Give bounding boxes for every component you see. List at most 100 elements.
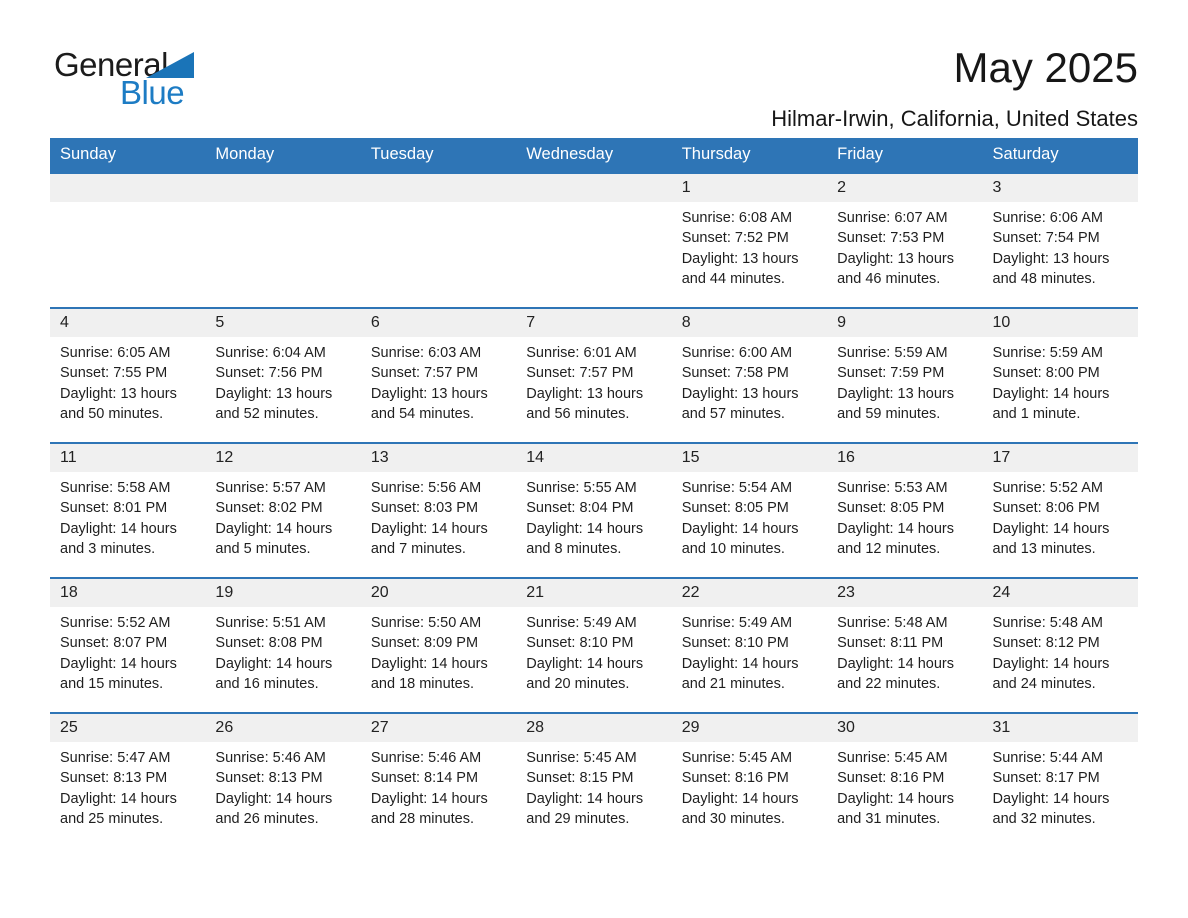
day-detail-daylight-line1: Daylight: 14 hours: [215, 655, 333, 672]
calendar-day-cell[interactable]: 3 Sunrise: 6:06 AM Sunset: 7:54 PM Daylight…: [982, 172, 1138, 308]
day-box: 23 Sunrise: 5:48 AM Sunset: 8:11 PM Dayligh…: [827, 579, 983, 712]
day-details: Sunrise: 6:03 AM Sunset: 7:57 PM Daylight:…: [361, 337, 516, 425]
day-details: Sunrise: 5:55 AM Sunset: 8:04 PM Daylight:…: [516, 472, 671, 560]
day-details: Sunrise: 5:59 AM Sunset: 7:59 PM Daylight:…: [827, 337, 982, 425]
calendar-day-cell[interactable]: 25 Sunrise: 5:47 AM Sunset: 8:13 PM Dayligh…: [50, 712, 206, 847]
day-detail-sunset: Sunset: 8:13 PM: [60, 770, 168, 787]
day-box: [360, 174, 517, 307]
day-detail-daylight-line1: Daylight: 14 hours: [370, 655, 488, 672]
calendar-day-cell[interactable]: 2 Sunrise: 6:07 AM Sunset: 7:53 PM Daylight…: [827, 172, 983, 308]
day-box: 6 Sunrise: 6:03 AM Sunset: 7:57 PM Daylight…: [360, 309, 517, 442]
day-number: 4: [50, 309, 206, 337]
day-box: 8 Sunrise: 6:00 AM Sunset: 7:58 PM Daylight…: [671, 309, 828, 442]
day-details: Sunrise: 5:52 AM Sunset: 8:06 PM Daylight:…: [983, 472, 1138, 560]
calendar-day-cell[interactable]: 4 Sunrise: 6:05 AM Sunset: 7:55 PM Daylight…: [50, 307, 206, 443]
calendar-day-cell[interactable]: 5 Sunrise: 6:04 AM Sunset: 7:56 PM Daylight…: [205, 307, 361, 443]
day-detail-sunset: Sunset: 8:16 PM: [681, 770, 789, 787]
day-box: 26 Sunrise: 5:46 AM Sunset: 8:13 PM Dayligh…: [205, 714, 361, 847]
location-subtitle: Hilmar-Irwin, California, United States: [771, 106, 1138, 132]
calendar-day-cell[interactable]: 18 Sunrise: 5:52 AM Sunset: 8:07 PM Dayligh…: [50, 577, 206, 713]
calendar-day-cell[interactable]: 14 Sunrise: 5:55 AM Sunset: 8:04 PM Dayligh…: [516, 442, 672, 578]
day-detail-daylight-line2: and 13 minutes.: [992, 541, 1096, 558]
day-details: Sunrise: 5:45 AM Sunset: 8:16 PM Daylight:…: [827, 742, 982, 830]
day-detail-sunrise: Sunrise: 5:44 AM: [992, 750, 1103, 766]
calendar-day-cell[interactable]: 22 Sunrise: 5:49 AM Sunset: 8:10 PM Dayligh…: [671, 577, 828, 713]
calendar-day-cell[interactable]: 27 Sunrise: 5:46 AM Sunset: 8:14 PM Dayligh…: [360, 712, 517, 847]
day-detail-daylight-line1: Daylight: 13 hours: [370, 385, 488, 402]
day-detail-daylight-line1: Daylight: 13 hours: [992, 250, 1110, 267]
calendar-day-cell[interactable]: 7 Sunrise: 6:01 AM Sunset: 7:57 PM Daylight…: [516, 307, 672, 443]
day-number: 25: [50, 714, 206, 742]
day-box: 20 Sunrise: 5:50 AM Sunset: 8:09 PM Dayligh…: [360, 579, 517, 712]
day-details: [205, 202, 360, 208]
day-detail-sunrise: Sunrise: 5:48 AM: [992, 615, 1103, 631]
day-details: Sunrise: 6:00 AM Sunset: 7:58 PM Daylight:…: [672, 337, 827, 425]
day-number: 19: [205, 579, 361, 607]
calendar-day-cell[interactable]: 17 Sunrise: 5:52 AM Sunset: 8:06 PM Dayligh…: [982, 442, 1138, 578]
general-blue-logo[interactable]: General Blue: [50, 44, 210, 110]
calendar-week-row: 18 Sunrise: 5:52 AM Sunset: 8:07 PM Dayligh…: [50, 577, 1138, 713]
calendar-day-cell[interactable]: 13 Sunrise: 5:56 AM Sunset: 8:03 PM Dayligh…: [360, 442, 517, 578]
day-details: Sunrise: 6:05 AM Sunset: 7:55 PM Daylight:…: [50, 337, 205, 425]
day-number: [50, 174, 206, 202]
calendar-day-cell-empty: [205, 172, 361, 308]
day-number: 29: [671, 714, 828, 742]
calendar-day-cell[interactable]: 1 Sunrise: 6:08 AM Sunset: 7:52 PM Daylight…: [671, 172, 828, 308]
day-detail-daylight-line1: Daylight: 14 hours: [992, 655, 1110, 672]
day-box: 10 Sunrise: 5:59 AM Sunset: 8:00 PM Dayligh…: [982, 309, 1138, 442]
calendar-day-cell[interactable]: 28 Sunrise: 5:45 AM Sunset: 8:15 PM Dayligh…: [516, 712, 672, 847]
day-number: 13: [360, 444, 517, 472]
day-number: 22: [671, 579, 828, 607]
day-detail-sunset: Sunset: 8:00 PM: [992, 365, 1100, 382]
calendar-day-cell[interactable]: 31 Sunrise: 5:44 AM Sunset: 8:17 PM Dayligh…: [982, 712, 1138, 847]
day-number: [516, 174, 672, 202]
day-detail-daylight-line1: Daylight: 14 hours: [837, 655, 954, 672]
calendar-day-cell[interactable]: 15 Sunrise: 5:54 AM Sunset: 8:05 PM Dayligh…: [671, 442, 828, 578]
calendar-day-cell[interactable]: 23 Sunrise: 5:48 AM Sunset: 8:11 PM Dayligh…: [827, 577, 983, 713]
calendar-day-cell[interactable]: 29 Sunrise: 5:45 AM Sunset: 8:16 PM Dayligh…: [671, 712, 828, 847]
day-number: 12: [205, 444, 361, 472]
day-number: 20: [360, 579, 517, 607]
calendar-day-cell[interactable]: 30 Sunrise: 5:45 AM Sunset: 8:16 PM Dayligh…: [827, 712, 983, 847]
day-detail-sunrise: Sunrise: 5:45 AM: [526, 750, 637, 766]
day-detail-daylight-line2: and 16 minutes.: [215, 676, 319, 693]
day-box: 2 Sunrise: 6:07 AM Sunset: 7:53 PM Daylight…: [827, 174, 983, 307]
day-details: [361, 202, 516, 208]
calendar-day-cell[interactable]: 8 Sunrise: 6:00 AM Sunset: 7:58 PM Daylight…: [671, 307, 828, 443]
weekday-header-sunday: Sunday: [50, 138, 206, 173]
day-detail-daylight-line1: Daylight: 13 hours: [681, 385, 799, 402]
day-detail-daylight-line1: Daylight: 14 hours: [526, 790, 644, 807]
day-number: 14: [516, 444, 672, 472]
day-detail-sunrise: Sunrise: 6:03 AM: [370, 345, 482, 361]
day-number: 7: [516, 309, 672, 337]
calendar-day-cell[interactable]: 21 Sunrise: 5:49 AM Sunset: 8:10 PM Dayligh…: [516, 577, 672, 713]
day-number: 26: [205, 714, 361, 742]
calendar-day-cell[interactable]: 20 Sunrise: 5:50 AM Sunset: 8:09 PM Dayligh…: [360, 577, 517, 713]
calendar-day-cell[interactable]: 12 Sunrise: 5:57 AM Sunset: 8:02 PM Dayligh…: [205, 442, 361, 578]
calendar-day-cell-empty: [516, 172, 672, 308]
calendar-day-cell[interactable]: 16 Sunrise: 5:53 AM Sunset: 8:05 PM Dayligh…: [827, 442, 983, 578]
day-details: Sunrise: 5:49 AM Sunset: 8:10 PM Daylight:…: [672, 607, 827, 695]
calendar-day-cell[interactable]: 19 Sunrise: 5:51 AM Sunset: 8:08 PM Dayligh…: [205, 577, 361, 713]
day-details: Sunrise: 5:56 AM Sunset: 8:03 PM Daylight:…: [361, 472, 516, 560]
day-detail-sunset: Sunset: 8:07 PM: [60, 635, 168, 652]
day-detail-sunrise: Sunrise: 6:06 AM: [992, 210, 1103, 226]
day-detail-sunset: Sunset: 7:57 PM: [526, 365, 634, 382]
page-title: May 2025: [953, 44, 1138, 91]
day-detail-sunset: Sunset: 7:52 PM: [681, 230, 789, 247]
day-detail-daylight-line1: Daylight: 14 hours: [60, 790, 177, 807]
page-header: General Blue May 2025 Hilmar-Irwin, Cali…: [50, 0, 1138, 131]
day-detail-sunset: Sunset: 8:02 PM: [215, 500, 323, 517]
day-box: 12 Sunrise: 5:57 AM Sunset: 8:02 PM Dayligh…: [205, 444, 361, 577]
day-number: 10: [982, 309, 1138, 337]
calendar-day-cell[interactable]: 10 Sunrise: 5:59 AM Sunset: 8:00 PM Dayligh…: [982, 307, 1138, 443]
calendar-day-cell[interactable]: 24 Sunrise: 5:48 AM Sunset: 8:12 PM Dayligh…: [982, 577, 1138, 713]
calendar-day-cell[interactable]: 9 Sunrise: 5:59 AM Sunset: 7:59 PM Daylight…: [827, 307, 983, 443]
weekday-header-monday: Monday: [205, 138, 361, 173]
day-detail-sunset: Sunset: 8:13 PM: [215, 770, 323, 787]
day-detail-sunrise: Sunrise: 6:04 AM: [215, 345, 326, 361]
calendar-day-cell[interactable]: 11 Sunrise: 5:58 AM Sunset: 8:01 PM Dayligh…: [50, 442, 206, 578]
calendar-day-cell[interactable]: 6 Sunrise: 6:03 AM Sunset: 7:57 PM Daylight…: [360, 307, 517, 443]
calendar-day-cell[interactable]: 26 Sunrise: 5:46 AM Sunset: 8:13 PM Dayligh…: [205, 712, 361, 847]
day-detail-daylight-line1: Daylight: 13 hours: [681, 250, 799, 267]
